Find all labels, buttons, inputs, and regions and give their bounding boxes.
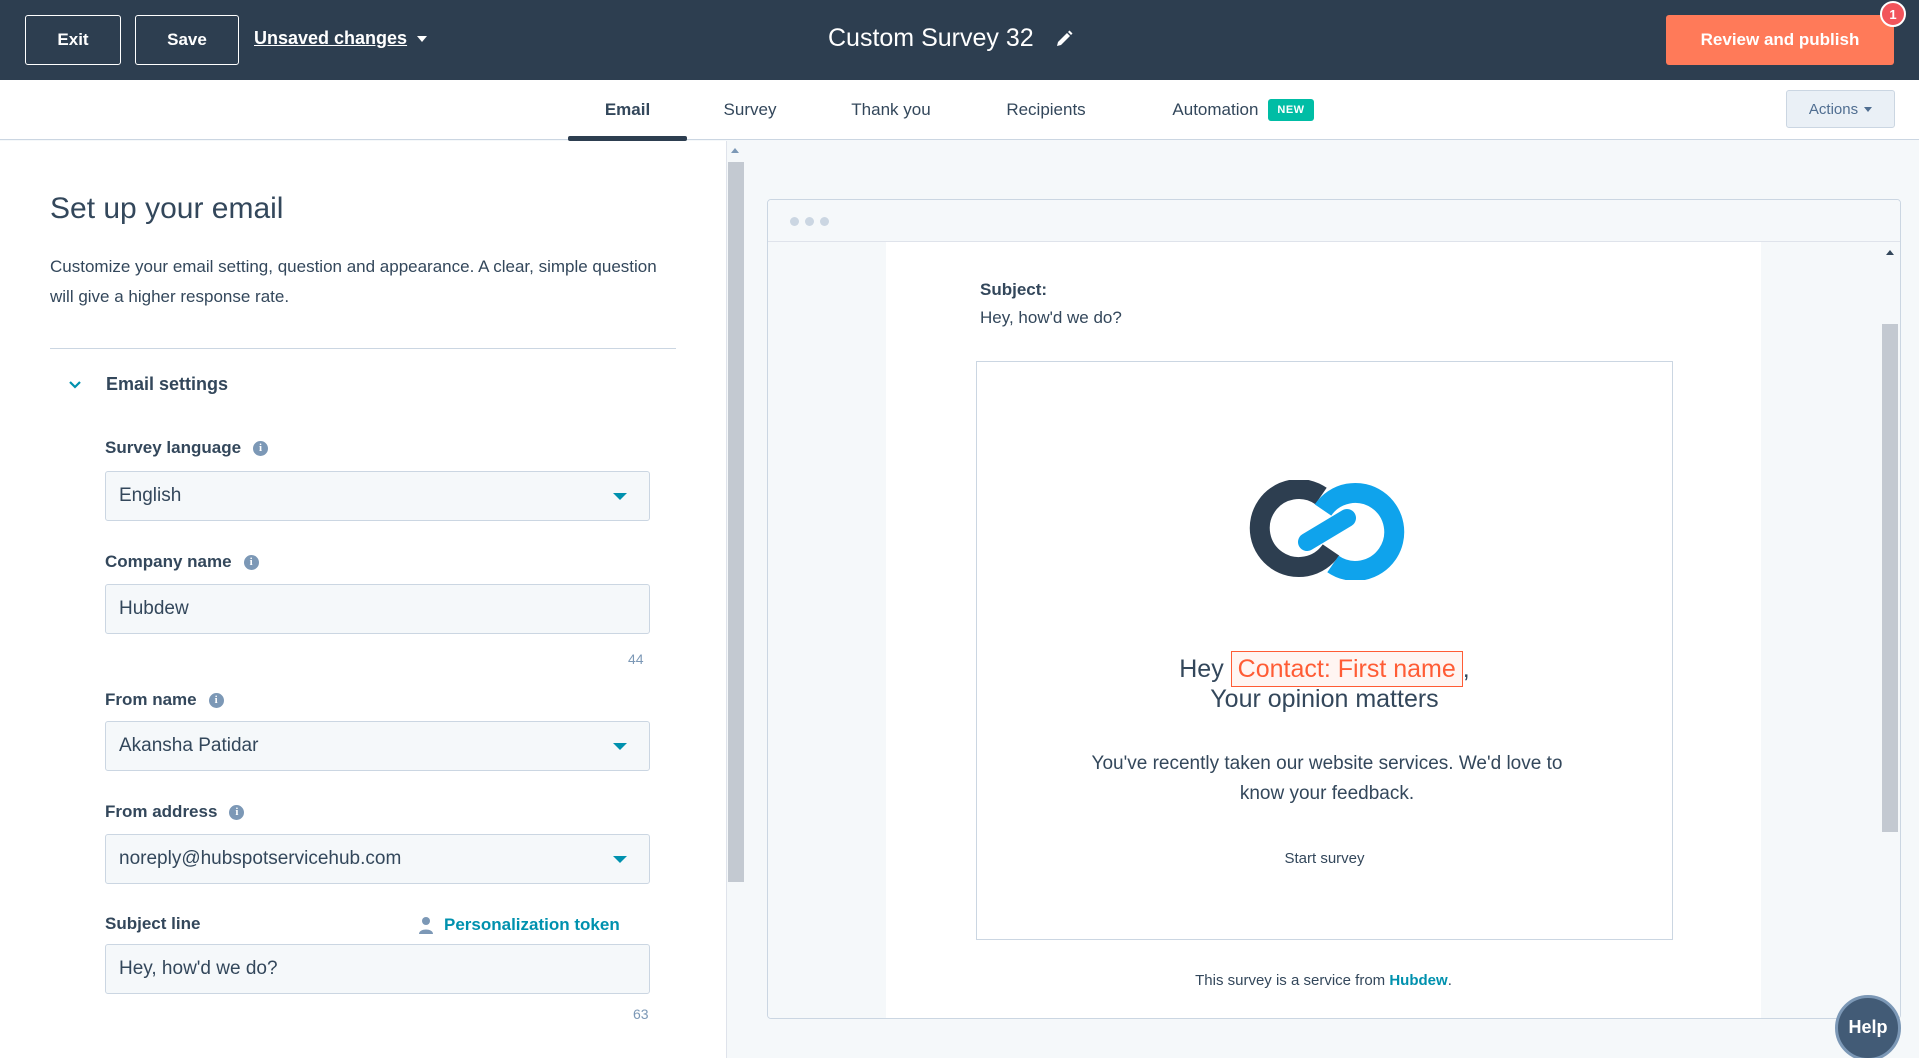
save-button[interactable]: Save — [135, 15, 239, 65]
field-value: noreply@hubspotservicehub.com — [119, 848, 402, 869]
email-settings-title: Email settings — [106, 374, 229, 394]
email-preview: Subject: Hey, how'd we do? Hey Contact: … — [767, 199, 1901, 1019]
from-name-label: From name i — [105, 690, 224, 710]
field-value: Akansha Patidar — [119, 735, 259, 756]
email-body-text: You've recently taken our website servic… — [1091, 753, 1563, 804]
preview-body: Subject: Hey, how'd we do? Hey Contact: … — [768, 242, 1900, 1018]
logo-icon — [1249, 480, 1405, 580]
survey-language-label: Survey language i — [105, 438, 269, 458]
settings-scrollbar-thumb[interactable] — [728, 162, 744, 882]
subject-line-char-count: 63 — [633, 1006, 649, 1022]
window-dot — [790, 217, 799, 226]
actions-label: Actions — [1808, 100, 1859, 118]
email-content: Subject: Hey, how'd we do? Hey Contact: … — [886, 242, 1761, 1018]
info-icon[interactable]: i — [229, 804, 245, 820]
start-survey-button[interactable]: Start survey — [977, 850, 1672, 867]
tab-label: Thank you — [851, 100, 931, 119]
greeting-line-2: Your opinion matters — [1210, 685, 1439, 713]
section-description: Customize your email setting, question a… — [50, 257, 657, 306]
greeting-prefix: Hey — [1179, 655, 1224, 683]
unsaved-changes-label: Unsaved changes — [254, 28, 408, 48]
tab-thank-you[interactable]: Thank you — [830, 80, 952, 140]
personalization-token-link[interactable]: Personalization token — [418, 915, 620, 935]
caret-down-icon — [613, 743, 627, 750]
review-and-publish-button[interactable]: Review and publish — [1666, 15, 1894, 65]
from-address-select[interactable]: noreply@hubspotservicehub.com — [105, 834, 650, 884]
tab-bar: Email Survey Thank you Recipients Automa… — [0, 80, 1919, 140]
unsaved-changes-dropdown[interactable]: Unsaved changes — [254, 28, 428, 49]
tab-email[interactable]: Email — [568, 80, 687, 140]
tab-recipients[interactable]: Recipients — [985, 80, 1107, 140]
chevron-down-icon — [69, 380, 81, 389]
tab-label: Email — [604, 100, 651, 119]
scroll-up-icon[interactable] — [731, 148, 739, 153]
tab-label: Automation — [1172, 100, 1259, 119]
top-bar: Exit Save Unsaved changes Custom Survey … — [0, 0, 1919, 80]
section-heading: Set up your email — [50, 192, 284, 225]
info-icon[interactable]: i — [253, 440, 269, 456]
company-name-input[interactable]: Hubdew — [105, 584, 650, 634]
greeting-line: Hey Contact: First name, — [977, 651, 1672, 687]
from-address-label: From address i — [105, 802, 245, 822]
from-name-select[interactable]: Akansha Patidar — [105, 721, 650, 771]
caret-down-icon — [613, 493, 627, 500]
company-name-label: Company name i — [105, 552, 259, 572]
window-dot — [805, 217, 814, 226]
divider — [50, 348, 676, 349]
window-dot — [820, 217, 829, 226]
email-card: Hey Contact: First name, Your opinion ma… — [976, 361, 1673, 940]
field-label-text: Company name — [105, 552, 232, 571]
subject-value: Hey, how'd we do? — [980, 308, 1122, 327]
personalization-token-chip[interactable]: Contact: First name — [1230, 651, 1463, 687]
footer-prefix: This survey is a service from — [1195, 972, 1386, 989]
page-title: Custom Survey 32 — [828, 24, 1034, 52]
tab-label: Survey — [723, 100, 777, 119]
subject-line-label: Subject line — [105, 914, 200, 934]
survey-language-select[interactable]: English — [105, 471, 650, 521]
field-label-text: Survey language — [105, 438, 242, 457]
field-label-text: Subject line — [105, 914, 201, 933]
window-dots — [790, 217, 829, 226]
exit-button[interactable]: Exit — [25, 15, 121, 65]
subject-label: Subject: — [980, 280, 1048, 299]
person-icon — [419, 917, 433, 934]
field-label-text: From address — [105, 802, 218, 821]
caret-down-icon — [1864, 106, 1873, 112]
info-icon[interactable]: i — [243, 554, 259, 570]
footer-company-link[interactable]: Hubdew — [1389, 972, 1447, 989]
field-value: Hey, how'd we do? — [119, 958, 278, 979]
field-label-text: From name — [105, 690, 197, 709]
help-button[interactable]: Help — [1835, 995, 1901, 1058]
caret-down-icon — [417, 35, 428, 42]
company-name-char-count: 44 — [628, 651, 644, 667]
preview-scrollbar-thumb[interactable] — [1882, 324, 1898, 832]
subject-line-input[interactable]: Hey, how'd we do? — [105, 944, 650, 994]
notification-badge: 1 — [1880, 1, 1906, 27]
info-icon[interactable]: i — [208, 692, 224, 708]
caret-down-icon — [613, 856, 627, 863]
new-badge: NEW — [1268, 99, 1314, 121]
field-value: Hubdew — [119, 598, 189, 619]
tab-label: Recipients — [1006, 100, 1086, 119]
preview-window-bar — [768, 200, 1900, 242]
pencil-icon[interactable] — [1054, 29, 1074, 49]
actions-dropdown[interactable]: Actions — [1786, 90, 1895, 128]
personalization-token-label: Personalization token — [444, 915, 620, 934]
tab-automation[interactable]: Automation NEW — [1148, 80, 1338, 140]
field-value: English — [119, 485, 182, 506]
greeting-suffix: , — [1462, 655, 1470, 683]
footer-suffix: . — [1447, 972, 1452, 989]
scroll-up-icon[interactable] — [1886, 250, 1894, 255]
title-area: Custom Survey 32 — [828, 24, 1074, 53]
email-settings-toggle[interactable]: Email settings — [68, 374, 228, 395]
email-footer: This survey is a service from Hubdew. — [886, 972, 1761, 989]
tab-survey[interactable]: Survey — [700, 80, 800, 140]
